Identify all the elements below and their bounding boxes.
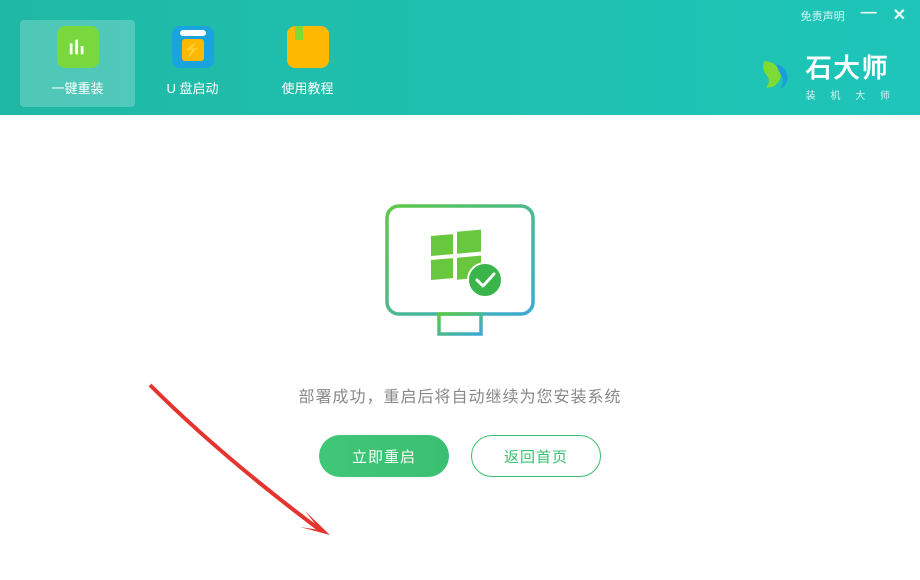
tab-tutorial[interactable]: 使用教程 xyxy=(250,20,365,107)
main-content: 部署成功，重启后将自动继续为您安装系统 立即重启 返回首页 xyxy=(0,115,920,580)
reinstall-icon xyxy=(57,26,99,68)
tab-usb-boot[interactable]: ⚡ U 盘启动 xyxy=(135,20,250,107)
minimize-button[interactable]: — xyxy=(861,5,877,21)
tab-label: 使用教程 xyxy=(281,78,333,97)
tab-label: U 盘启动 xyxy=(166,78,218,97)
monitor-success-icon xyxy=(375,198,545,353)
disclaimer-link[interactable]: 免责声明 xyxy=(801,8,845,24)
home-button[interactable]: 返回首页 xyxy=(471,435,601,477)
usb-icon: ⚡ xyxy=(172,26,214,68)
restart-button[interactable]: 立即重启 xyxy=(319,435,449,477)
close-button[interactable]: ✕ xyxy=(893,8,906,24)
window-controls: 免责声明 — ✕ xyxy=(801,8,906,24)
tab-reinstall[interactable]: 一键重装 xyxy=(20,20,135,107)
action-buttons: 立即重启 返回首页 xyxy=(319,435,601,477)
app-header: 免责声明 — ✕ 一键重装 ⚡ U 盘启动 使用教程 xyxy=(0,0,920,115)
tab-label: 一键重装 xyxy=(51,78,103,97)
tutorial-icon xyxy=(287,26,329,68)
brand-title: 石大师 xyxy=(806,48,896,85)
brand-subtitle: 装 机 大 师 xyxy=(806,87,896,102)
brand-logo-icon xyxy=(754,54,796,96)
main-tabs: 一键重装 ⚡ U 盘启动 使用教程 xyxy=(0,0,365,107)
brand-block: 石大师 装 机 大 师 xyxy=(754,48,896,102)
status-message: 部署成功，重启后将自动继续为您安装系统 xyxy=(298,383,621,407)
